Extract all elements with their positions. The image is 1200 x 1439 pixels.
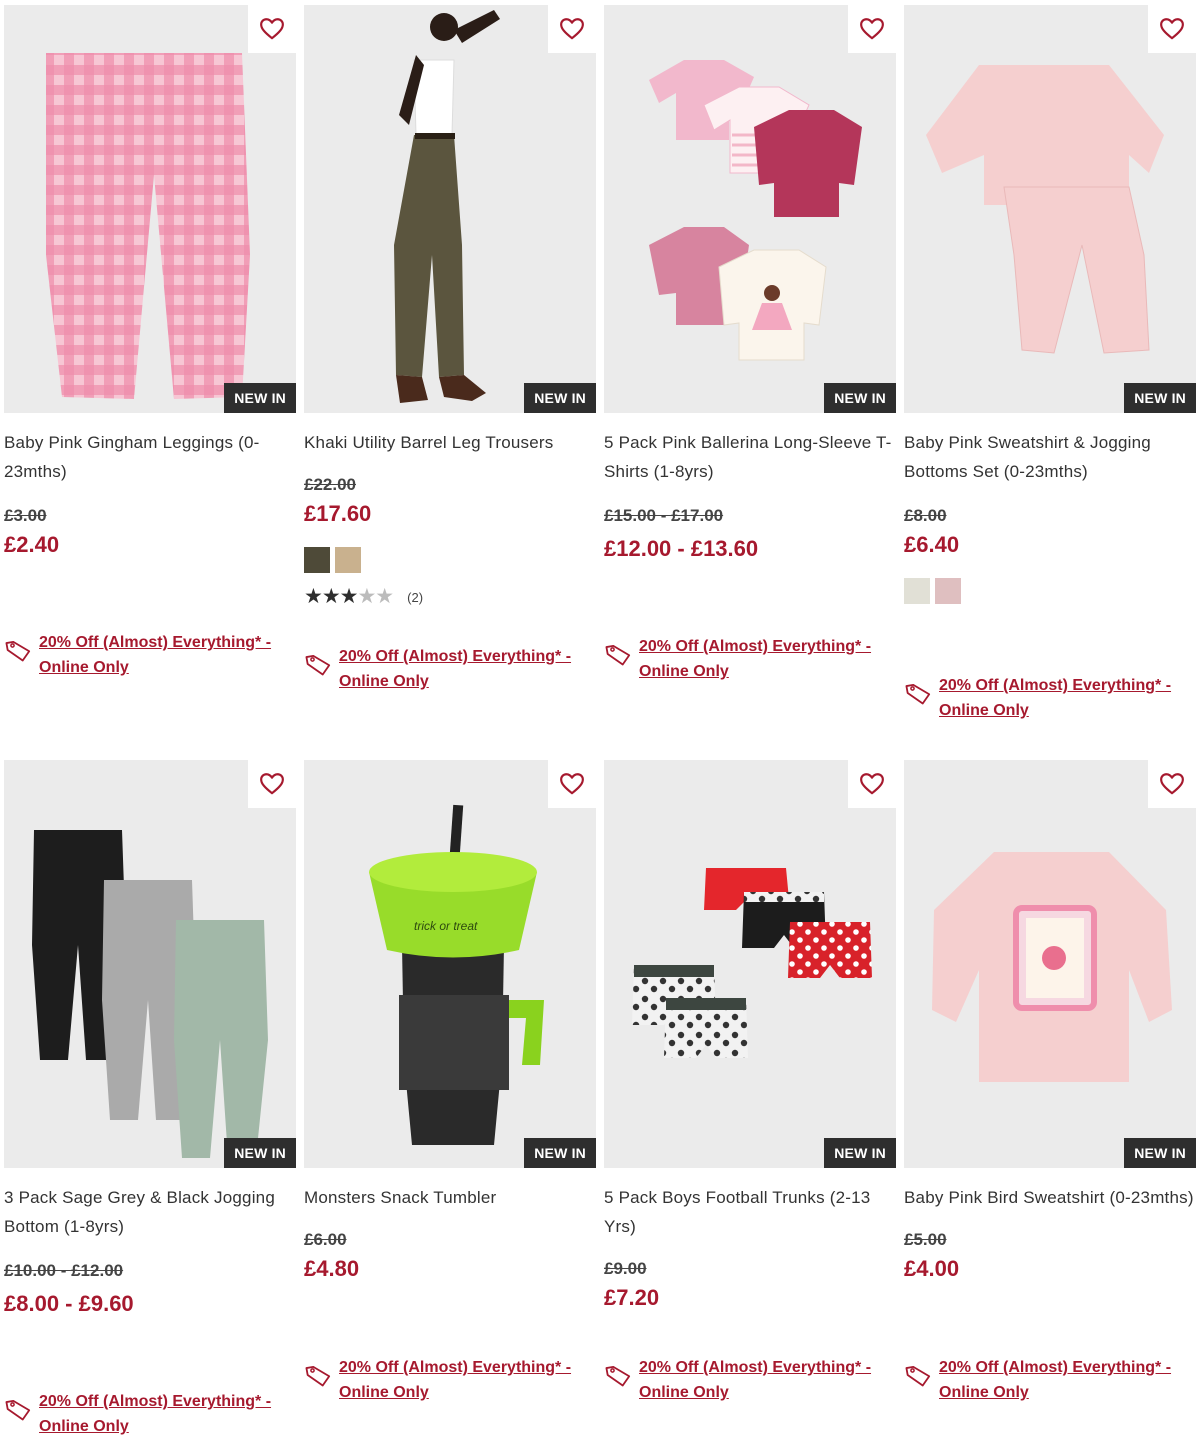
wishlist-heart-icon[interactable] (1148, 760, 1196, 808)
promo-link[interactable]: 20% Off (Almost) Everything* - Online On… (904, 1355, 1179, 1405)
new-in-badge: NEW IN (524, 1138, 596, 1168)
pink-sweatshirt-set-image (926, 65, 1164, 354)
was-price: £9.00 (604, 1259, 647, 1278)
wishlist-heart-icon[interactable] (548, 5, 596, 53)
pink-gingham-leggings-image (46, 53, 250, 399)
promo-text[interactable]: 20% Off (Almost) Everything* - Online On… (39, 1389, 279, 1439)
promo-text[interactable]: 20% Off (Almost) Everything* - Online On… (39, 630, 279, 680)
wishlist-heart-icon[interactable] (1148, 5, 1196, 53)
price-tag-icon (4, 636, 34, 666)
promo-link[interactable]: 20% Off (Almost) Everything* - Online On… (604, 634, 879, 684)
product-image[interactable]: NEW IN (304, 5, 596, 413)
product-card[interactable]: NEW IN Baby Pink Bird Sweatshirt (0-23mt… (904, 760, 1196, 1401)
new-in-badge: NEW IN (524, 383, 596, 413)
model-khaki-trousers-image (394, 10, 500, 403)
product-card[interactable]: NEW IN Baby Pink Gingham Leggings (0-23m… (4, 5, 296, 676)
new-in-badge: NEW IN (224, 1138, 296, 1168)
product-title[interactable]: 5 Pack Pink Ballerina Long-Sleeve T-Shir… (604, 428, 896, 486)
promo-text[interactable]: 20% Off (Almost) Everything* - Online On… (639, 1355, 879, 1405)
product-card[interactable]: NEW IN 5 Pack Pink Ballerina Long-Sleeve… (604, 5, 896, 680)
colour-swatch-stone[interactable] (335, 547, 361, 573)
product-image[interactable]: NEW IN (604, 760, 896, 1168)
product-title[interactable]: Baby Pink Gingham Leggings (0-23mths) (4, 428, 296, 486)
snack-tumbler-image: trick or treat (369, 804, 544, 1145)
product-card[interactable]: NEW IN Khaki Utility Barrel Leg Trousers… (304, 5, 596, 690)
product-title[interactable]: 5 Pack Boys Football Trunks (2-13 Yrs) (604, 1183, 896, 1241)
was-price: £22.00 (304, 475, 356, 494)
product-image[interactable]: trick or treat NEW IN (304, 760, 596, 1168)
jogging-bottoms-pack-image (32, 830, 268, 1158)
promo-link[interactable]: 20% Off (Almost) Everything* - Online On… (304, 1355, 579, 1405)
star-rating[interactable]: ★★★★★ (2) (304, 585, 596, 608)
product-title[interactable]: 3 Pack Sage Grey & Black Jogging Bottom … (4, 1183, 296, 1241)
product-title[interactable]: Monsters Snack Tumbler (304, 1183, 596, 1212)
ballerina-tshirts-pack-image (649, 60, 862, 361)
promo-text[interactable]: 20% Off (Almost) Everything* - Online On… (939, 1355, 1179, 1405)
product-image[interactable]: NEW IN (904, 5, 1196, 413)
promo-text[interactable]: 20% Off (Almost) Everything* - Online On… (939, 673, 1179, 723)
price-tag-icon (904, 679, 934, 709)
product-title[interactable]: Khaki Utility Barrel Leg Trousers (304, 428, 596, 457)
new-in-badge: NEW IN (824, 383, 896, 413)
price-tag-icon (304, 1361, 334, 1391)
price-tag-icon (604, 640, 634, 670)
price-tag-icon (904, 1361, 934, 1391)
promo-text[interactable]: 20% Off (Almost) Everything* - Online On… (339, 644, 579, 694)
was-price: £10.00 - £12.00 (4, 1261, 124, 1280)
was-price: £5.00 (904, 1230, 947, 1249)
was-price: £6.00 (304, 1230, 347, 1249)
colour-swatches (304, 547, 596, 573)
product-card[interactable]: NEW IN 3 Pack Sage Grey & Black Jogging … (4, 760, 296, 1435)
football-trunks-pack-image (632, 868, 872, 1058)
new-in-badge: NEW IN (824, 1138, 896, 1168)
price-tag-icon (304, 650, 334, 680)
promo-link[interactable]: 20% Off (Almost) Everything* - Online On… (304, 644, 579, 694)
colour-swatch-khaki[interactable] (304, 547, 330, 573)
now-price: £2.40 (4, 532, 60, 557)
wishlist-heart-icon[interactable] (848, 760, 896, 808)
promo-text[interactable]: 20% Off (Almost) Everything* - Online On… (339, 1355, 579, 1405)
now-price: £4.00 (904, 1256, 960, 1281)
promo-link[interactable]: 20% Off (Almost) Everything* - Online On… (4, 1389, 279, 1439)
product-card[interactable]: NEW IN 5 Pack Boys Football Trunks (2-13… (604, 760, 896, 1401)
product-image[interactable]: NEW IN (604, 5, 896, 413)
tumbler-print-text: trick or treat (414, 919, 478, 933)
pink-bird-sweatshirt-image (932, 852, 1172, 1082)
price-tag-icon (4, 1395, 34, 1425)
was-price: £3.00 (4, 506, 47, 525)
new-in-badge: NEW IN (224, 383, 296, 413)
product-image[interactable]: NEW IN (4, 760, 296, 1168)
new-in-badge: NEW IN (1124, 1138, 1196, 1168)
product-title[interactable]: Baby Pink Sweatshirt & Jogging Bottoms S… (904, 428, 1196, 486)
now-price: £12.00 - £13.60 (604, 536, 759, 561)
now-price: £7.20 (604, 1285, 660, 1310)
review-count: (2) (407, 589, 424, 605)
now-price: £17.60 (304, 501, 372, 526)
now-price: £4.80 (304, 1256, 360, 1281)
colour-swatch-pink[interactable] (935, 578, 961, 604)
product-image[interactable]: NEW IN (4, 5, 296, 413)
new-in-badge: NEW IN (1124, 383, 1196, 413)
product-card[interactable]: trick or treat NEW IN Monsters Snack Tum… (304, 760, 596, 1401)
promo-link[interactable]: 20% Off (Almost) Everything* - Online On… (4, 630, 279, 680)
promo-link[interactable]: 20% Off (Almost) Everything* - Online On… (604, 1355, 879, 1405)
was-price: £15.00 - £17.00 (604, 506, 724, 525)
wishlist-heart-icon[interactable] (848, 5, 896, 53)
colour-swatch-cream[interactable] (904, 578, 930, 604)
product-title[interactable]: Baby Pink Bird Sweatshirt (0-23mths) (904, 1183, 1196, 1212)
wishlist-heart-icon[interactable] (248, 760, 296, 808)
now-price: £8.00 - £9.60 (4, 1291, 134, 1316)
was-price: £8.00 (904, 506, 947, 525)
wishlist-heart-icon[interactable] (248, 5, 296, 53)
product-image[interactable]: NEW IN (904, 760, 1196, 1168)
price-tag-icon (604, 1361, 634, 1391)
promo-text[interactable]: 20% Off (Almost) Everything* - Online On… (639, 634, 879, 684)
rating-stars-icon: ★★★★★ (304, 585, 394, 608)
product-card[interactable]: NEW IN Baby Pink Sweatshirt & Jogging Bo… (904, 5, 1196, 719)
promo-link[interactable]: 20% Off (Almost) Everything* - Online On… (904, 673, 1179, 723)
colour-swatches (904, 578, 1196, 604)
wishlist-heart-icon[interactable] (548, 760, 596, 808)
now-price: £6.40 (904, 532, 960, 557)
